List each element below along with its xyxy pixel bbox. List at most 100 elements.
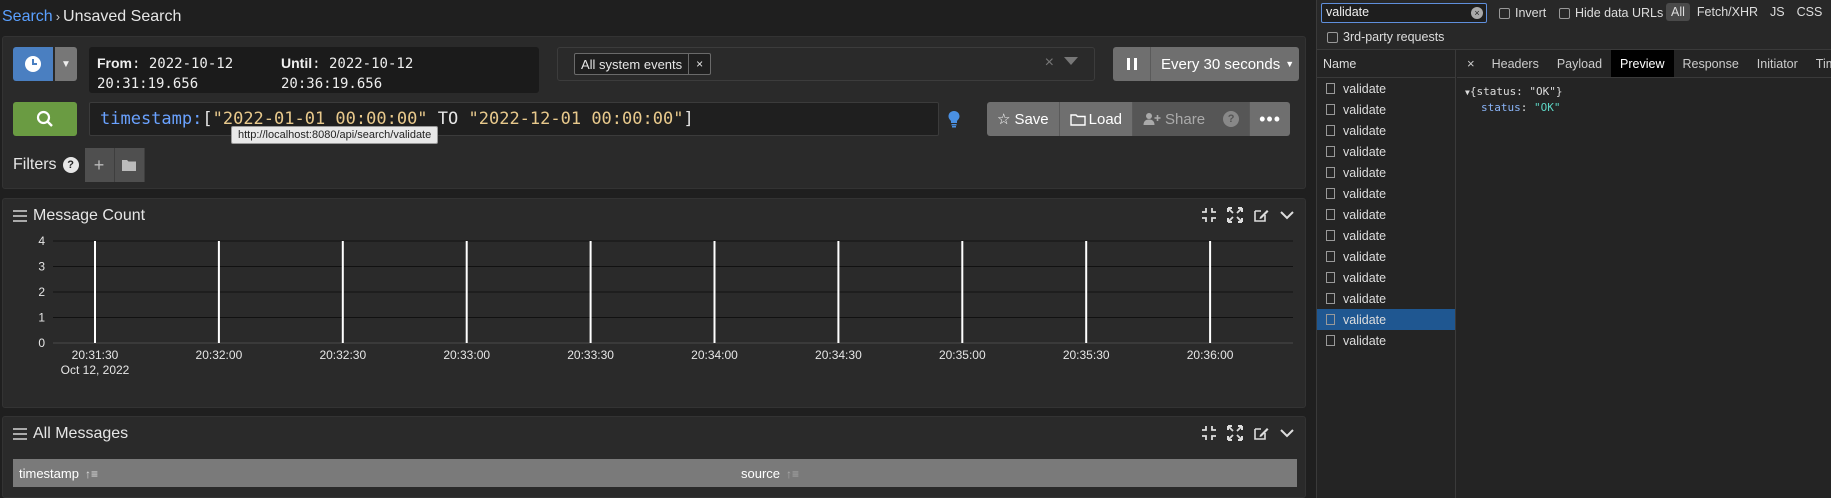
sort-icon[interactable]: ↑≡ <box>786 467 799 481</box>
request-row[interactable]: validate <box>1317 183 1455 204</box>
pause-icon[interactable] <box>1113 47 1151 81</box>
chart-bar <box>961 241 964 343</box>
compress-icon[interactable] <box>1201 207 1217 223</box>
filter-folder-button[interactable] <box>114 148 145 182</box>
chevron-down-icon[interactable] <box>1279 425 1295 441</box>
invert-checkbox[interactable]: Invert <box>1499 6 1546 20</box>
edit-icon[interactable] <box>1253 207 1269 223</box>
message-count-widget: 4 3 2 1 0 20:31:30 20:32:00 20:32:30 20:33:00 20:… <box>2 198 1306 408</box>
save-button[interactable]: ☆ Save <box>987 102 1060 136</box>
request-row[interactable]: validate <box>1317 141 1455 162</box>
resource-type-filters: All Fetch/XHR JS CSS Im <box>1666 3 1831 21</box>
chart-bar <box>341 241 344 343</box>
from-time: 20:31:19.656 <box>97 76 199 92</box>
until-range: Until: 2022-10-12 20:36:19.656 <box>281 55 414 92</box>
expand-icon[interactable] <box>1227 207 1243 223</box>
request-name: validate <box>1343 144 1387 159</box>
request-row[interactable]: validate <box>1317 246 1455 267</box>
request-row[interactable]: validate <box>1317 99 1455 120</box>
clear-filter-icon[interactable]: × <box>1471 7 1483 19</box>
search-button[interactable] <box>13 102 77 136</box>
request-name: validate <box>1343 186 1387 201</box>
request-name: validate <box>1343 270 1387 285</box>
add-filter-button[interactable]: + <box>84 148 115 182</box>
close-detail-icon[interactable]: × <box>1457 50 1483 77</box>
chart-bar <box>465 241 468 343</box>
request-row[interactable]: validate <box>1317 225 1455 246</box>
load-button[interactable]: Load <box>1059 102 1134 136</box>
json-root[interactable]: ▼{status: "OK"} <box>1465 84 1824 100</box>
breadcrumb-current: Unsaved Search <box>63 8 182 25</box>
network-filter-input[interactable]: validate × <box>1321 3 1487 23</box>
request-row[interactable]: validate <box>1317 288 1455 309</box>
request-row[interactable]: validate <box>1317 309 1455 330</box>
document-icon <box>1326 314 1335 325</box>
filters-help-icon[interactable]: ? <box>62 157 79 173</box>
compress-icon[interactable] <box>1201 425 1217 441</box>
request-row[interactable]: validate <box>1317 267 1455 288</box>
stream-tag-remove-button[interactable]: × <box>688 54 710 74</box>
request-row[interactable]: validate <box>1317 78 1455 99</box>
edit-icon[interactable] <box>1253 425 1269 441</box>
column-timestamp[interactable]: timestamp ↑≡ <box>19 466 98 481</box>
name-column-header[interactable]: Name <box>1317 50 1455 78</box>
tab-payload[interactable]: Payload <box>1548 50 1611 77</box>
clear-streams-icon[interactable]: × <box>1045 54 1054 72</box>
drag-handle-icon[interactable] <box>13 428 27 440</box>
request-name: validate <box>1343 207 1387 222</box>
hide-data-urls-checkbox[interactable]: Hide data URLs <box>1559 6 1663 20</box>
request-name: validate <box>1343 81 1387 96</box>
until-label: Until <box>281 55 313 71</box>
type-all[interactable]: All <box>1666 3 1690 21</box>
x-tick-label: 20:35:00 <box>939 348 986 362</box>
more-actions-button[interactable]: ••• <box>1250 102 1291 136</box>
column-label: source <box>741 466 781 481</box>
hide-data-urls-label: Hide data URLs <box>1575 6 1664 20</box>
request-row[interactable]: validate <box>1317 120 1455 141</box>
x-tick-label: 20:32:00 <box>196 348 243 362</box>
star-icon: ☆ <box>997 111 1011 128</box>
type-css[interactable]: CSS <box>1792 3 1828 21</box>
query-input[interactable]: timestamp:["2022-01-01 00:00:00" TO "202… <box>89 102 939 136</box>
column-source[interactable]: source ↑≡ <box>741 466 799 481</box>
json-value: "OK" <box>1534 101 1561 114</box>
request-rows: validate validate validate validate validate… <box>1317 78 1455 351</box>
tab-headers[interactable]: Headers <box>1483 50 1548 77</box>
tab-timing[interactable]: Tim <box>1807 50 1831 77</box>
request-name: validate <box>1343 333 1387 348</box>
streams-select[interactable]: All system events × × <box>557 47 1095 81</box>
tab-preview[interactable]: Preview <box>1611 50 1674 77</box>
request-row[interactable]: validate <box>1317 162 1455 183</box>
auto-refresh-button[interactable]: Every 30 seconds ▼ <box>1113 47 1299 81</box>
message-count-chart: 4 3 2 1 0 20:31:30 20:32:00 20:32:30 20:33:00 20:… <box>38 234 1293 377</box>
chevron-down-icon[interactable] <box>1279 207 1295 223</box>
tab-initiator[interactable]: Initiator <box>1748 50 1807 77</box>
tab-response[interactable]: Response <box>1674 50 1748 77</box>
share-button[interactable]: Share ? <box>1133 102 1251 136</box>
type-js[interactable]: JS <box>1765 3 1790 21</box>
type-fetch-xhr[interactable]: Fetch/XHR <box>1692 3 1763 21</box>
time-range-type-button[interactable] <box>13 47 53 81</box>
document-icon <box>1326 167 1335 178</box>
request-row[interactable]: validate <box>1317 330 1455 351</box>
caret-down-icon: ▼ <box>1285 59 1295 69</box>
lightbulb-icon[interactable] <box>947 110 961 128</box>
streams-dropdown-icon[interactable] <box>1064 57 1078 65</box>
sort-icon[interactable]: ↑≡ <box>85 467 98 481</box>
breadcrumb-search-link[interactable]: Search <box>2 8 53 25</box>
third-party-checkbox[interactable]: 3rd-party requests <box>1327 30 1444 44</box>
drag-handle-icon[interactable] <box>13 210 27 222</box>
time-range-display[interactable]: From: 2022-10-12 20:31:19.656 Until: 202… <box>89 47 539 93</box>
from-label: From <box>97 55 132 71</box>
all-messages-widget: All Messages timestamp ↑≡ source ↑≡ <box>2 416 1306 498</box>
expand-icon[interactable] <box>1227 425 1243 441</box>
document-icon <box>1326 293 1335 304</box>
request-name: validate <box>1343 291 1387 306</box>
chart-bar <box>1209 241 1212 343</box>
time-range-dropdown-button[interactable]: ▼ <box>55 47 77 81</box>
share-help-icon[interactable]: ? <box>1223 111 1240 127</box>
request-row[interactable]: validate <box>1317 204 1455 225</box>
plus-icon: + <box>93 154 105 175</box>
widget-title: All Messages <box>33 425 129 442</box>
messages-table-header: timestamp ↑≡ source ↑≡ <box>13 459 1297 487</box>
